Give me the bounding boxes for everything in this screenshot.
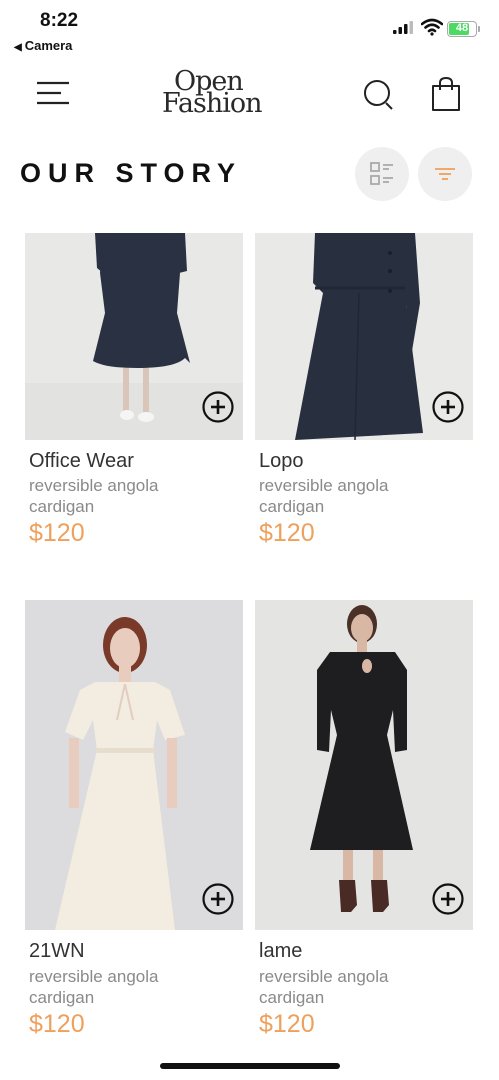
product-card[interactable]: 21WN reversible angola cardigan $120 <box>25 600 243 1045</box>
status-bar: 8:22 ◀ Camera 48 <box>0 0 499 60</box>
wifi-icon <box>421 18 443 36</box>
product-description-line2: cardigan <box>259 497 325 516</box>
filter-button[interactable] <box>418 147 472 201</box>
status-time: 8:22 <box>40 10 79 31</box>
product-image[interactable] <box>25 233 243 440</box>
product-description-line1: reversible angola <box>29 967 159 986</box>
product-description-line1: reversible angola <box>259 476 389 495</box>
product-price: $120 <box>259 519 315 547</box>
add-to-cart-icon[interactable] <box>201 390 235 424</box>
product-description-line1: reversible angola <box>259 967 389 986</box>
product-description-line2: cardigan <box>29 497 95 516</box>
product-name[interactable]: lame <box>259 940 302 963</box>
product-card[interactable]: Office Wear reversible angola cardigan $… <box>25 233 243 553</box>
product-card[interactable]: Lopo reversible angola cardigan $120 <box>255 233 473 553</box>
back-app-label: Camera <box>24 38 73 53</box>
logo-line-2: Fashion <box>162 88 263 119</box>
dress-photo <box>25 600 243 930</box>
add-to-cart-icon[interactable] <box>431 882 465 916</box>
back-to-app-link[interactable]: ◀ Camera <box>14 38 72 53</box>
search-icon[interactable] <box>362 78 396 112</box>
product-price: $120 <box>259 1010 315 1038</box>
signal-icon <box>393 21 413 34</box>
add-to-cart-icon[interactable] <box>201 882 235 916</box>
product-description-line1: reversible angola <box>29 476 159 495</box>
page-title: OUR STORY <box>20 158 243 188</box>
product-name[interactable]: Office Wear <box>29 450 134 473</box>
product-name[interactable]: 21WN <box>29 940 85 963</box>
menu-icon[interactable] <box>36 80 70 108</box>
product-name[interactable]: Lopo <box>259 450 304 473</box>
product-description-line2: cardigan <box>29 988 95 1007</box>
battery-level: 48 <box>455 22 469 34</box>
back-arrow-icon: ◀ <box>14 42 22 53</box>
product-image[interactable] <box>255 233 473 440</box>
product-price: $120 <box>29 1010 85 1038</box>
filter-icon <box>435 168 455 180</box>
list-view-button[interactable] <box>355 147 409 201</box>
dress-photo <box>255 600 473 930</box>
product-price: $120 <box>29 519 85 547</box>
shopping-bag-icon[interactable] <box>430 76 462 112</box>
product-card[interactable]: lame reversible angola cardigan $120 <box>255 600 473 1045</box>
add-to-cart-icon[interactable] <box>431 390 465 424</box>
product-description-line2: cardigan <box>259 988 325 1007</box>
home-indicator[interactable] <box>160 1063 340 1069</box>
list-view-icon <box>370 162 393 185</box>
brand-logo[interactable]: Open Fashion <box>160 66 275 124</box>
product-image[interactable] <box>255 600 473 930</box>
battery-icon: 48 <box>447 21 480 37</box>
product-image[interactable] <box>25 600 243 930</box>
